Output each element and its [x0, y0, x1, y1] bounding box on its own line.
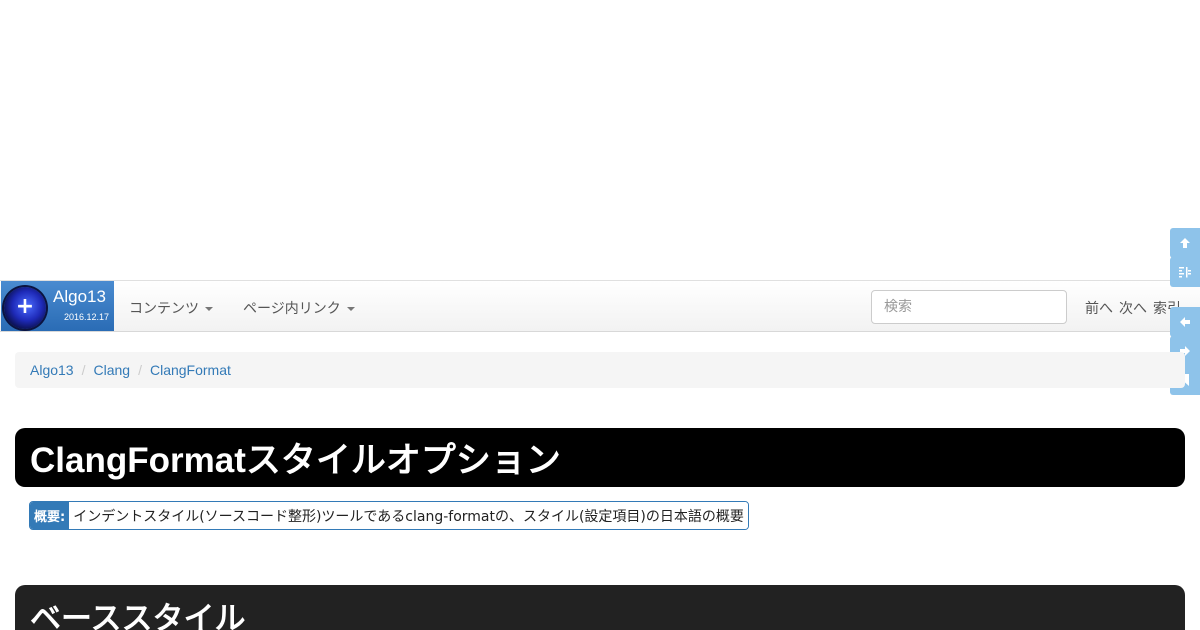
- summary-box: 概要: インデントスタイル(ソースコード整形)ツールであるclang-forma…: [29, 501, 749, 530]
- breadcrumb: Algo13 / Clang / ClangFormat: [15, 352, 1185, 388]
- contents-dropdown[interactable]: コンテンツ: [129, 298, 213, 318]
- breadcrumb-item-clang[interactable]: Clang: [93, 362, 130, 378]
- brand[interactable]: + Algo13 2016.12.17: [1, 281, 114, 331]
- page-links-dropdown[interactable]: ページ内リンク: [243, 298, 355, 318]
- breadcrumb-separator: /: [138, 362, 142, 378]
- contents-dropdown-label: コンテンツ: [129, 301, 199, 317]
- caret-down-icon: [205, 307, 213, 311]
- prev-page-button[interactable]: [1170, 307, 1200, 337]
- breadcrumb-item-algo13[interactable]: Algo13: [30, 362, 74, 378]
- arrow-up-icon: [1180, 238, 1190, 248]
- arrow-left-icon: [1180, 317, 1190, 327]
- page-links-dropdown-label: ページ内リンク: [243, 301, 341, 317]
- scroll-top-button[interactable]: [1170, 228, 1200, 258]
- brand-date: 2016.12.17: [63, 312, 109, 322]
- logo-icon: +: [4, 287, 46, 329]
- section-title: ベーススタイル: [15, 585, 1185, 630]
- brand-title: Algo13: [53, 287, 106, 306]
- prev-link[interactable]: 前へ: [1085, 298, 1113, 318]
- toc-icon: [1179, 267, 1191, 278]
- navbar: + Algo13 2016.12.17 コンテンツ ページ内リンク 前へ 次へ …: [0, 280, 1200, 332]
- breadcrumb-item-clangformat[interactable]: ClangFormat: [150, 362, 231, 378]
- next-link[interactable]: 次へ: [1119, 298, 1147, 318]
- page-title: ClangFormatスタイルオプション: [15, 428, 1185, 487]
- summary-label: 概要:: [30, 502, 70, 529]
- search-input[interactable]: [871, 290, 1067, 324]
- breadcrumb-separator: /: [81, 362, 86, 378]
- summary-text: インデントスタイル(ソースコード整形)ツールであるclang-formatの、ス…: [69, 502, 748, 529]
- caret-down-icon: [346, 307, 355, 311]
- toc-button[interactable]: [1170, 257, 1200, 287]
